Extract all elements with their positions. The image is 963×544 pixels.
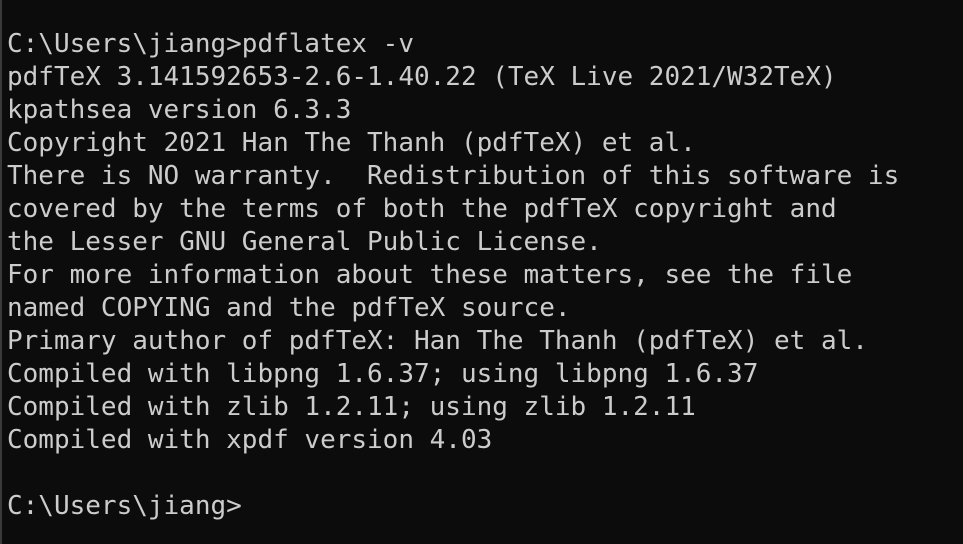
output-line: pdfTeX 3.141592653-2.6-1.40.22 (TeX Live… xyxy=(7,62,837,92)
prompt-line[interactable]: C:\Users\jiang> xyxy=(7,490,963,523)
output-line: Compiled with zlib 1.2.11; using zlib 1.… xyxy=(7,392,696,422)
output-line: named COPYING and the pdfTeX source. xyxy=(7,293,571,323)
output-line: Primary author of pdfTeX: Han The Thanh … xyxy=(7,326,868,356)
output-line: Compiled with libpng 1.6.37; using libpn… xyxy=(7,359,759,389)
output-line: For more information about these matters… xyxy=(7,260,853,290)
terminal-window[interactable]: C:\Users\jiang>pdflatex -v pdfTeX 3.1415… xyxy=(0,0,963,544)
prompt-text: C:\Users\jiang> xyxy=(7,491,242,521)
command-line: C:\Users\jiang>pdflatex -v xyxy=(7,29,414,59)
output-line: Copyright 2021 Han The Thanh (pdfTeX) et… xyxy=(7,128,696,158)
output-line: There is NO warranty. Redistribution of … xyxy=(7,161,900,191)
output-line: the Lesser GNU General Public License. xyxy=(7,227,602,257)
output-line: covered by the terms of both the pdfTeX … xyxy=(7,194,837,224)
output-line: kpathsea version 6.3.3 xyxy=(7,95,352,125)
output-line: Compiled with xpdf version 4.03 xyxy=(7,425,493,455)
